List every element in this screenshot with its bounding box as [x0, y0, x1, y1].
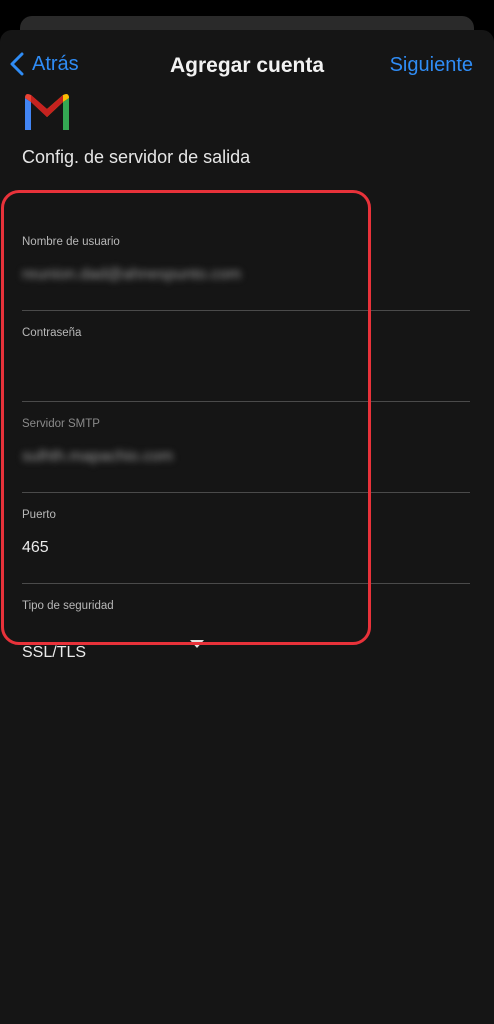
username-field[interactable]: Nombre de usuario reunion.dad@ahnespunto… [22, 220, 470, 311]
dropdown-caret-icon[interactable] [190, 640, 204, 648]
port-label: Puerto [22, 509, 56, 521]
username-label: Nombre de usuario [22, 236, 120, 248]
username-input[interactable]: reunion.dad@ahnespunto.com [22, 266, 241, 284]
security-type-field[interactable]: Tipo de seguridad SSL/TLS [22, 584, 470, 675]
smtp-server-label: Servidor SMTP [22, 418, 100, 430]
smtp-server-input[interactable]: sulhth.mapachio.com [22, 448, 173, 466]
smtp-server-field[interactable]: Servidor SMTP sulhth.mapachio.com [22, 402, 470, 493]
security-type-label: Tipo de seguridad [22, 600, 114, 612]
section-subtitle: Config. de servidor de salida [22, 147, 251, 167]
port-input[interactable]: 465 [22, 539, 49, 557]
port-field[interactable]: Puerto 465 [22, 493, 470, 584]
gmail-logo-icon [25, 94, 69, 130]
security-type-select[interactable]: SSL/TLS [22, 644, 86, 662]
password-label: Contraseña [22, 327, 82, 339]
next-button[interactable]: Siguiente [390, 54, 473, 77]
nav-bar: Atrás Agregar cuenta Siguiente [0, 30, 494, 102]
password-field[interactable]: Contraseña [22, 311, 470, 402]
